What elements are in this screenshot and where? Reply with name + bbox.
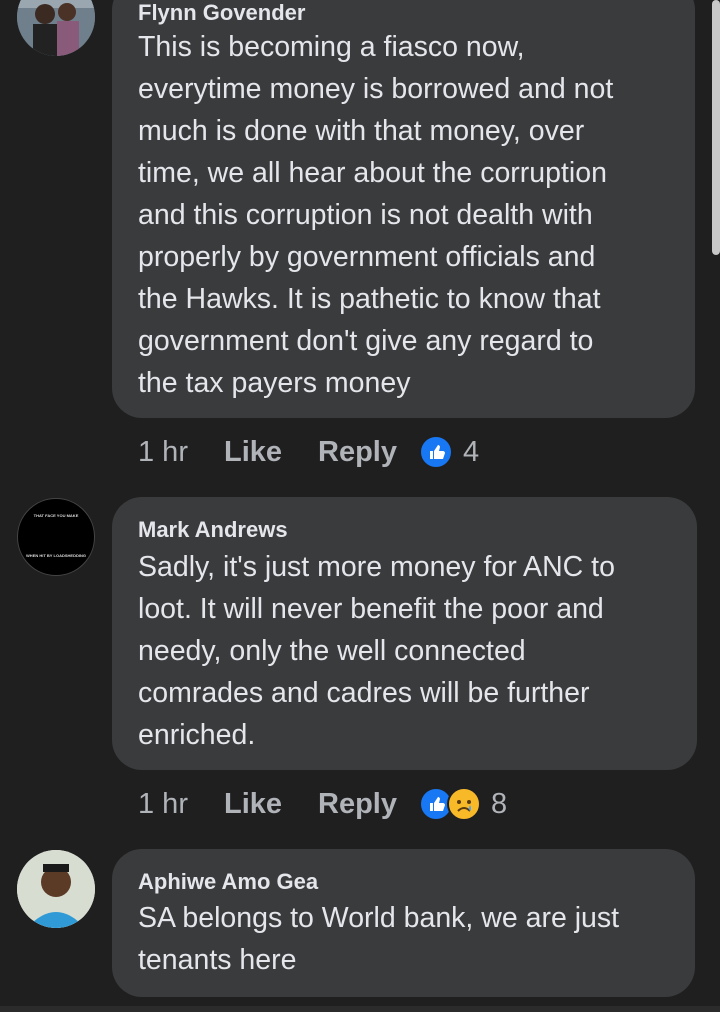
comment-text: This is becoming a fiasco now, everytime… [138,31,614,399]
comment-author[interactable]: Flynn Govender [138,0,305,26]
comment-actions: 1 hr Like Reply 8 [138,784,507,824]
like-button[interactable]: Like [224,788,282,821]
reply-button[interactable]: Reply [318,788,397,821]
comment-author[interactable]: Aphiwe Amo Gea [138,869,318,895]
reaction-count: 4 [463,435,480,468]
avatar-caption-bottom: WHEN HIT BY LOADSHEDDING [26,553,86,558]
reaction-summary[interactable]: 8 [419,787,507,821]
avatar[interactable] [17,850,95,928]
comment-bubble: Mark Andrews Sadly, it's just more money… [112,497,697,770]
comment-actions: 1 hr Like Reply 4 [138,432,479,472]
comment-bubble: Flynn Govender This is becoming a fiasco… [112,0,695,418]
avatar[interactable] [17,0,95,56]
divider [0,1006,720,1012]
sad-icon [447,787,481,821]
avatar[interactable]: THAT FACE YOU MAKE WHEN HIT BY LOADSHEDD… [17,498,95,576]
like-icon [419,435,453,469]
comment-author[interactable]: Mark Andrews [138,517,288,543]
reply-button[interactable]: Reply [318,436,397,469]
comment-text: Sadly, it's just more money for ANC to l… [138,551,615,751]
avatar-caption-top: THAT FACE YOU MAKE [33,513,79,518]
comment-time[interactable]: 1 hr [138,436,188,469]
like-button[interactable]: Like [224,436,282,469]
scrollbar[interactable] [712,0,720,255]
reaction-count: 8 [491,787,508,820]
reaction-summary[interactable]: 4 [419,435,479,469]
comment-bubble: Aphiwe Amo Gea SA belongs to World bank,… [112,849,695,997]
comment-text: SA belongs to World bank, we are just te… [138,902,620,976]
comment-time[interactable]: 1 hr [138,788,188,821]
